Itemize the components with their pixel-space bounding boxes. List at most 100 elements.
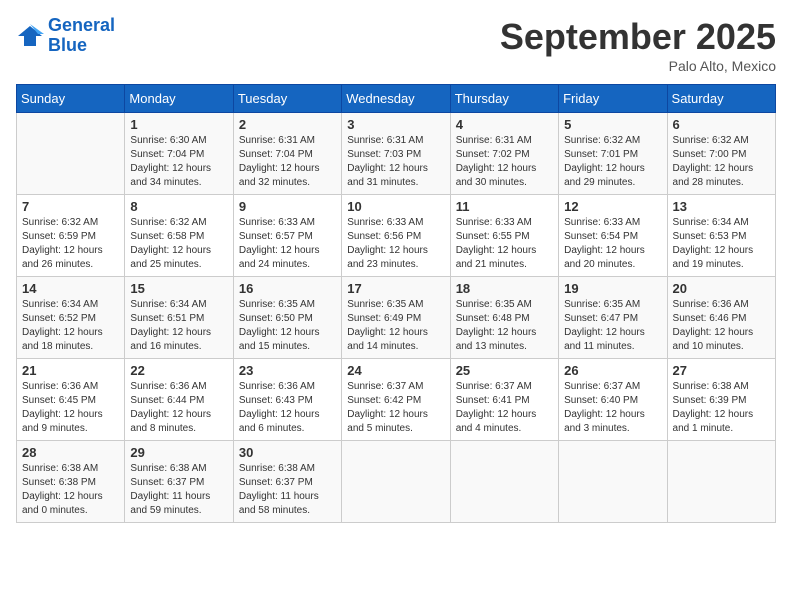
calendar-week-row: 1 Sunrise: 6:30 AM Sunset: 7:04 PM Daylig… bbox=[17, 113, 776, 195]
calendar-day-cell: 1 Sunrise: 6:30 AM Sunset: 7:04 PM Daylig… bbox=[125, 113, 233, 195]
logo-icon bbox=[16, 22, 44, 50]
calendar-day-cell: 10 Sunrise: 6:33 AM Sunset: 6:56 PM Dayli… bbox=[342, 195, 450, 277]
day-number: 16 bbox=[239, 281, 336, 296]
day-info: Sunrise: 6:37 AM Sunset: 6:40 PM Dayligh… bbox=[564, 380, 661, 436]
day-info: Sunrise: 6:35 AM Sunset: 6:48 PM Dayligh… bbox=[456, 298, 553, 354]
calendar-week-row: 14Sunrise: 6:34 AM Sunset: 6:52 PM Dayli… bbox=[17, 277, 776, 359]
day-number: 10 bbox=[347, 199, 444, 214]
day-info: Sunrise: 6:33 AM Sunset: 6:56 PM Dayligh… bbox=[347, 216, 444, 272]
calendar-day-cell: 30 Sunrise: 6:38 AM Sunset: 6:37 PM Dayli… bbox=[233, 441, 341, 523]
day-info: Sunrise: 6:35 AM Sunset: 6:47 PM Dayligh… bbox=[564, 298, 661, 354]
day-number: 3 bbox=[347, 117, 444, 132]
calendar-day-cell: 29 Sunrise: 6:38 AM Sunset: 6:37 PM Dayli… bbox=[125, 441, 233, 523]
calendar-day-cell: 2Sunrise: 6:31 AM Sunset: 7:04 PM Daylig… bbox=[233, 113, 341, 195]
calendar-day-cell: 24Sunrise: 6:37 AM Sunset: 6:42 PM Dayli… bbox=[342, 359, 450, 441]
calendar-day-cell: 9 Sunrise: 6:33 AM Sunset: 6:57 PM Daylig… bbox=[233, 195, 341, 277]
weekday-header-cell: Tuesday bbox=[233, 85, 341, 113]
calendar-day-cell: 23 Sunrise: 6:36 AM Sunset: 6:43 PM Dayli… bbox=[233, 359, 341, 441]
day-info: Sunrise: 6:38 AM Sunset: 6:37 PM Dayligh… bbox=[239, 462, 336, 518]
day-number: 29 bbox=[130, 445, 227, 460]
day-number: 8 bbox=[130, 199, 227, 214]
day-info: Sunrise: 6:36 AM Sunset: 6:43 PM Dayligh… bbox=[239, 380, 336, 436]
calendar-table: SundayMondayTuesdayWednesdayThursdayFrid… bbox=[16, 84, 776, 523]
day-info: Sunrise: 6:31 AM Sunset: 7:02 PM Dayligh… bbox=[456, 134, 553, 190]
weekday-header-cell: Friday bbox=[559, 85, 667, 113]
day-number: 30 bbox=[239, 445, 336, 460]
calendar-week-row: 28Sunrise: 6:38 AM Sunset: 6:38 PM Dayli… bbox=[17, 441, 776, 523]
calendar-day-cell: 17Sunrise: 6:35 AM Sunset: 6:49 PM Dayli… bbox=[342, 277, 450, 359]
calendar-day-cell: 5 Sunrise: 6:32 AM Sunset: 7:01 PM Daylig… bbox=[559, 113, 667, 195]
day-info: Sunrise: 6:38 AM Sunset: 6:39 PM Dayligh… bbox=[673, 380, 770, 436]
day-info: Sunrise: 6:34 AM Sunset: 6:53 PM Dayligh… bbox=[673, 216, 770, 272]
calendar-day-cell bbox=[667, 441, 775, 523]
calendar-week-row: 21Sunrise: 6:36 AM Sunset: 6:45 PM Dayli… bbox=[17, 359, 776, 441]
day-number: 18 bbox=[456, 281, 553, 296]
day-number: 19 bbox=[564, 281, 661, 296]
title-block: September 2025 Palo Alto, Mexico bbox=[500, 16, 776, 74]
day-number: 13 bbox=[673, 199, 770, 214]
calendar-day-cell: 6 Sunrise: 6:32 AM Sunset: 7:00 PM Daylig… bbox=[667, 113, 775, 195]
calendar-day-cell: 8 Sunrise: 6:32 AM Sunset: 6:58 PM Daylig… bbox=[125, 195, 233, 277]
day-number: 9 bbox=[239, 199, 336, 214]
weekday-header-cell: Thursday bbox=[450, 85, 558, 113]
calendar-day-cell: 25 Sunrise: 6:37 AM Sunset: 6:41 PM Dayli… bbox=[450, 359, 558, 441]
weekday-header-row: SundayMondayTuesdayWednesdayThursdayFrid… bbox=[17, 85, 776, 113]
day-number: 1 bbox=[130, 117, 227, 132]
calendar-day-cell: 12 Sunrise: 6:33 AM Sunset: 6:54 PM Dayli… bbox=[559, 195, 667, 277]
calendar-day-cell bbox=[342, 441, 450, 523]
day-info: Sunrise: 6:34 AM Sunset: 6:51 PM Dayligh… bbox=[130, 298, 227, 354]
day-info: Sunrise: 6:32 AM Sunset: 6:59 PM Dayligh… bbox=[22, 216, 119, 272]
calendar-day-cell bbox=[450, 441, 558, 523]
calendar-day-cell: 21Sunrise: 6:36 AM Sunset: 6:45 PM Dayli… bbox=[17, 359, 125, 441]
day-info: Sunrise: 6:33 AM Sunset: 6:57 PM Dayligh… bbox=[239, 216, 336, 272]
day-info: Sunrise: 6:36 AM Sunset: 6:46 PM Dayligh… bbox=[673, 298, 770, 354]
calendar-day-cell: 4 Sunrise: 6:31 AM Sunset: 7:02 PM Daylig… bbox=[450, 113, 558, 195]
day-number: 28 bbox=[22, 445, 119, 460]
day-number: 14 bbox=[22, 281, 119, 296]
day-info: Sunrise: 6:31 AM Sunset: 7:04 PM Dayligh… bbox=[239, 134, 336, 190]
weekday-header-cell: Saturday bbox=[667, 85, 775, 113]
weekday-header-cell: Monday bbox=[125, 85, 233, 113]
day-number: 26 bbox=[564, 363, 661, 378]
day-number: 4 bbox=[456, 117, 553, 132]
day-number: 15 bbox=[130, 281, 227, 296]
day-number: 22 bbox=[130, 363, 227, 378]
weekday-header-cell: Sunday bbox=[17, 85, 125, 113]
day-number: 17 bbox=[347, 281, 444, 296]
calendar-day-cell bbox=[17, 113, 125, 195]
calendar-day-cell: 15 Sunrise: 6:34 AM Sunset: 6:51 PM Dayli… bbox=[125, 277, 233, 359]
calendar-day-cell: 20 Sunrise: 6:36 AM Sunset: 6:46 PM Dayli… bbox=[667, 277, 775, 359]
day-number: 5 bbox=[564, 117, 661, 132]
logo-text: General Blue bbox=[48, 16, 115, 56]
day-info: Sunrise: 6:38 AM Sunset: 6:37 PM Dayligh… bbox=[130, 462, 227, 518]
page-header: General Blue September 2025 Palo Alto, M… bbox=[16, 16, 776, 74]
day-info: Sunrise: 6:30 AM Sunset: 7:04 PM Dayligh… bbox=[130, 134, 227, 190]
calendar-day-cell: 16 Sunrise: 6:35 AM Sunset: 6:50 PM Dayli… bbox=[233, 277, 341, 359]
day-number: 27 bbox=[673, 363, 770, 378]
month-title: September 2025 bbox=[500, 16, 776, 58]
day-info: Sunrise: 6:33 AM Sunset: 6:55 PM Dayligh… bbox=[456, 216, 553, 272]
calendar-day-cell: 13 Sunrise: 6:34 AM Sunset: 6:53 PM Dayli… bbox=[667, 195, 775, 277]
day-number: 23 bbox=[239, 363, 336, 378]
location: Palo Alto, Mexico bbox=[500, 58, 776, 74]
day-number: 25 bbox=[456, 363, 553, 378]
day-info: Sunrise: 6:37 AM Sunset: 6:41 PM Dayligh… bbox=[456, 380, 553, 436]
day-number: 6 bbox=[673, 117, 770, 132]
day-number: 21 bbox=[22, 363, 119, 378]
day-number: 20 bbox=[673, 281, 770, 296]
day-info: Sunrise: 6:33 AM Sunset: 6:54 PM Dayligh… bbox=[564, 216, 661, 272]
calendar-day-cell: 7 Sunrise: 6:32 AM Sunset: 6:59 PM Daylig… bbox=[17, 195, 125, 277]
weekday-header-cell: Wednesday bbox=[342, 85, 450, 113]
day-info: Sunrise: 6:32 AM Sunset: 7:00 PM Dayligh… bbox=[673, 134, 770, 190]
day-info: Sunrise: 6:32 AM Sunset: 6:58 PM Dayligh… bbox=[130, 216, 227, 272]
calendar-day-cell: 3Sunrise: 6:31 AM Sunset: 7:03 PM Daylig… bbox=[342, 113, 450, 195]
calendar-day-cell: 14Sunrise: 6:34 AM Sunset: 6:52 PM Dayli… bbox=[17, 277, 125, 359]
calendar-day-cell: 27 Sunrise: 6:38 AM Sunset: 6:39 PM Dayli… bbox=[667, 359, 775, 441]
calendar-body: 1 Sunrise: 6:30 AM Sunset: 7:04 PM Daylig… bbox=[17, 113, 776, 523]
day-info: Sunrise: 6:35 AM Sunset: 6:50 PM Dayligh… bbox=[239, 298, 336, 354]
day-info: Sunrise: 6:32 AM Sunset: 7:01 PM Dayligh… bbox=[564, 134, 661, 190]
calendar-day-cell: 19 Sunrise: 6:35 AM Sunset: 6:47 PM Dayli… bbox=[559, 277, 667, 359]
calendar-day-cell: 22Sunrise: 6:36 AM Sunset: 6:44 PM Dayli… bbox=[125, 359, 233, 441]
day-number: 12 bbox=[564, 199, 661, 214]
day-number: 7 bbox=[22, 199, 119, 214]
